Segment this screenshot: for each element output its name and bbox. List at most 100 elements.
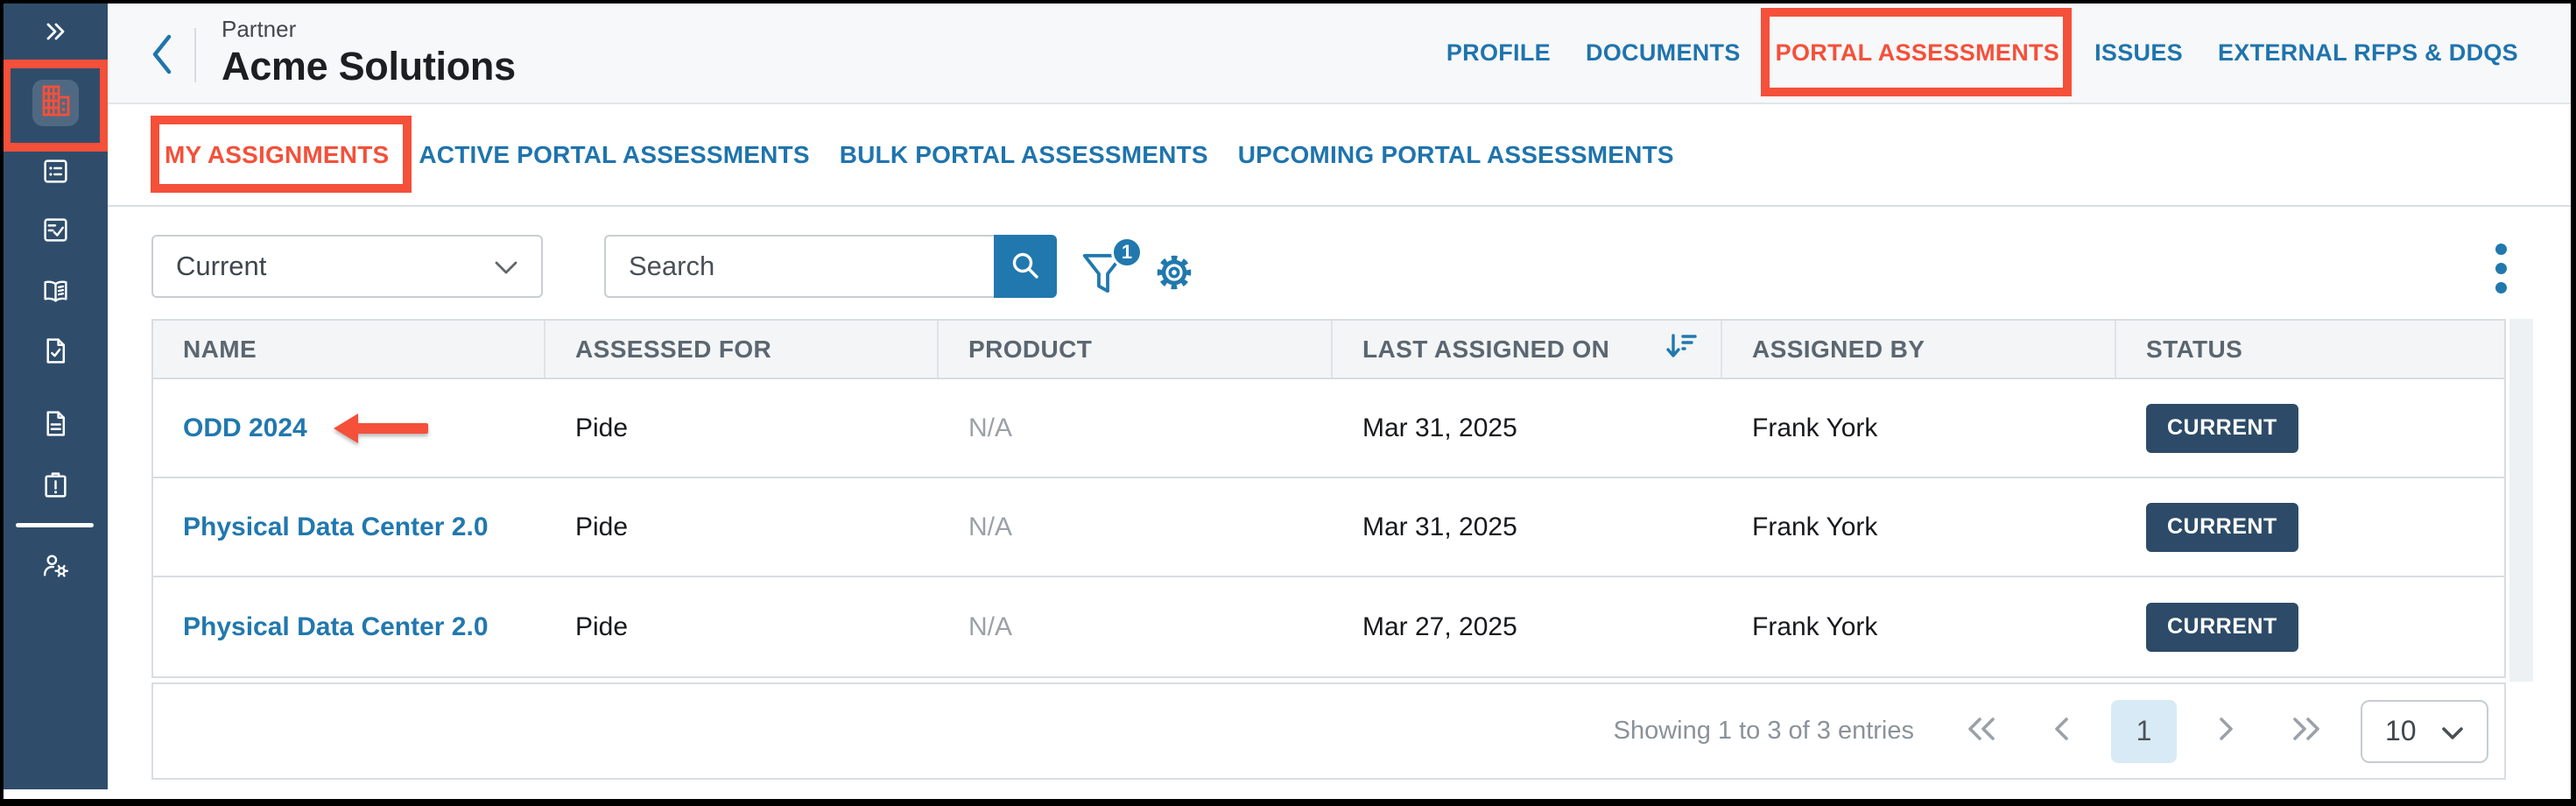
table-footer: Showing 1 to 3 of 3 entries 1 [151, 682, 2506, 780]
main-area: Partner Acme Solutions PROFILE DOCUMENTS… [108, 4, 2571, 799]
tab-my-assignments-label: MY ASSIGNMENTS [165, 141, 389, 168]
entity-type-label: Partner [222, 16, 516, 42]
entity-heading: Partner Acme Solutions [222, 16, 516, 91]
status-badge: CURRENT [2146, 503, 2298, 552]
assessment-link-physical-data-center[interactable]: Physical Data Center 2.0 [183, 513, 489, 542]
table-row: Physical Data Center 2.0 Pide N/A Mar 27… [153, 577, 2504, 676]
cell-status: CURRENT [2116, 478, 2504, 576]
nav-external-rfps-ddqs[interactable]: EXTERNAL RFPS & DDQS [2218, 39, 2518, 67]
column-header-assigned-by[interactable]: ASSIGNED BY [1722, 321, 2116, 378]
last-page-button[interactable] [2287, 705, 2326, 758]
tab-bulk-portal-assessments[interactable]: BULK PORTAL ASSESSMENTS [840, 141, 1208, 169]
cell-assessed-for: Pide [545, 478, 939, 576]
vertical-scrollbar[interactable] [2509, 319, 2533, 682]
app-window: Partner Acme Solutions PROFILE DOCUMENTS… [4, 4, 2571, 799]
chevron-down-icon [494, 251, 518, 282]
cell-assessed-for: Pide [545, 577, 939, 676]
nav-portal-assessments[interactable]: PORTAL ASSESSMENTS [1776, 39, 2059, 67]
screenshot-frame: Partner Acme Solutions PROFILE DOCUMENTS… [0, 0, 2576, 806]
sidebar [4, 4, 108, 789]
cell-last-assigned-on: Mar 31, 2025 [1333, 379, 1722, 477]
gear-icon [1152, 283, 1196, 298]
table-row: ODD 2024 Pide N/A Mar 31, 2025 Frank Yor… [153, 379, 2504, 478]
assessment-checklist-icon [42, 216, 69, 244]
sidebar-item-issues[interactable] [4, 463, 108, 506]
cell-last-assigned-on: Mar 27, 2025 [1333, 577, 1722, 676]
assignments-table: NAME ASSESSED FOR PRODUCT LAST ASSIGNED … [151, 319, 2506, 678]
sidebar-item-documents[interactable] [4, 402, 108, 444]
page-title: Acme Solutions [222, 42, 516, 91]
sidebar-item-assignments[interactable] [4, 150, 108, 192]
search-icon [1010, 250, 1041, 284]
sidebar-divider [16, 523, 94, 527]
cell-product: N/A [939, 379, 1333, 477]
cell-product: N/A [939, 577, 1333, 676]
cell-name: ODD 2024 [153, 379, 545, 477]
chevron-left-icon [150, 64, 174, 79]
assignments-list-icon [42, 158, 69, 185]
clipboard-alert-icon [42, 471, 69, 498]
tab-upcoming-portal-assessments[interactable]: UPCOMING PORTAL ASSESSMENTS [1238, 141, 1674, 169]
expand-sidebar-icon [41, 18, 71, 46]
sidebar-item-library[interactable] [4, 270, 108, 312]
tab-my-assignments[interactable]: MY ASSIGNMENTS [165, 141, 389, 169]
column-header-last-assigned-on[interactable]: LAST ASSIGNED ON [1333, 321, 1722, 378]
nav-portal-assessments-label: PORTAL ASSESSMENTS [1776, 39, 2059, 66]
search-input[interactable] [604, 235, 994, 298]
tabs-bar: MY ASSIGNMENTS ACTIVE PORTAL ASSESSMENTS… [108, 104, 2571, 207]
column-header-assessed-for[interactable]: ASSESSED FOR [545, 321, 939, 378]
toolbar: Current [151, 235, 2571, 298]
sidebar-item-user-management[interactable] [4, 544, 108, 586]
assessment-link-physical-data-center[interactable]: Physical Data Center 2.0 [183, 612, 489, 642]
more-actions-button[interactable] [2492, 240, 2509, 296]
page-size-value: 10 [2385, 715, 2417, 747]
table-header-row: NAME ASSESSED FOR PRODUCT LAST ASSIGNED … [153, 321, 2504, 379]
top-nav: PROFILE DOCUMENTS PORTAL ASSESSMENTS ISS… [1446, 4, 2518, 103]
sidebar-item-assessments[interactable] [4, 209, 108, 251]
previous-page-button[interactable] [2043, 705, 2081, 758]
annotation-arrow [334, 414, 428, 443]
back-button[interactable] [150, 33, 176, 75]
last-page-icon [2290, 717, 2323, 746]
column-header-last-assigned-on-label: LAST ASSIGNED ON [1362, 336, 1609, 364]
cell-last-assigned-on: Mar 31, 2025 [1333, 478, 1722, 576]
sidebar-item-document-approval[interactable] [4, 329, 108, 371]
nav-documents[interactable]: DOCUMENTS [1586, 39, 1741, 67]
filter-funnel-button[interactable]: 1 [1080, 249, 1129, 298]
assessment-link-odd-2024[interactable]: ODD 2024 [183, 414, 307, 443]
kebab-menu-icon [2495, 244, 2507, 293]
document-check-icon [42, 337, 69, 364]
page-header: Partner Acme Solutions PROFILE DOCUMENTS… [108, 4, 2571, 104]
first-page-icon [1965, 717, 1998, 746]
user-settings-icon [41, 552, 70, 579]
tab-active-portal-assessments[interactable]: ACTIVE PORTAL ASSESSMENTS [419, 141, 809, 169]
column-header-status[interactable]: STATUS [2116, 321, 2504, 378]
cell-name: Physical Data Center 2.0 [153, 478, 545, 576]
next-page-icon [2216, 717, 2235, 746]
next-page-button[interactable] [2206, 705, 2245, 758]
table-settings-button[interactable] [1152, 251, 1196, 294]
cell-status: CURRENT [2116, 577, 2504, 676]
search-button[interactable] [994, 235, 1057, 298]
document-icon [42, 410, 69, 437]
previous-page-icon [2052, 717, 2072, 746]
search-group [604, 235, 1057, 298]
cell-assigned-by: Frank York [1722, 577, 2116, 676]
current-page-button[interactable]: 1 [2111, 700, 2177, 763]
table-row: Physical Data Center 2.0 Pide N/A Mar 31… [153, 478, 2504, 577]
status-filter-select[interactable]: Current [151, 235, 543, 298]
status-filter-value: Current [176, 251, 266, 282]
expand-sidebar-button[interactable] [4, 11, 108, 53]
entries-summary: Showing 1 to 3 of 3 entries [1614, 717, 1914, 746]
cell-status: CURRENT [2116, 379, 2504, 477]
nav-issues[interactable]: ISSUES [2094, 39, 2183, 67]
header-divider [194, 28, 196, 82]
page-size-select[interactable]: 10 [2361, 700, 2488, 763]
first-page-button[interactable] [1962, 705, 2001, 758]
nav-profile[interactable]: PROFILE [1446, 39, 1551, 67]
column-header-product[interactable]: PRODUCT [939, 321, 1333, 378]
sort-descending-icon[interactable] [1665, 331, 1698, 367]
status-badge: CURRENT [2146, 404, 2298, 453]
annotation-box-sidebar-partners [4, 60, 109, 152]
column-header-name[interactable]: NAME [153, 321, 545, 378]
